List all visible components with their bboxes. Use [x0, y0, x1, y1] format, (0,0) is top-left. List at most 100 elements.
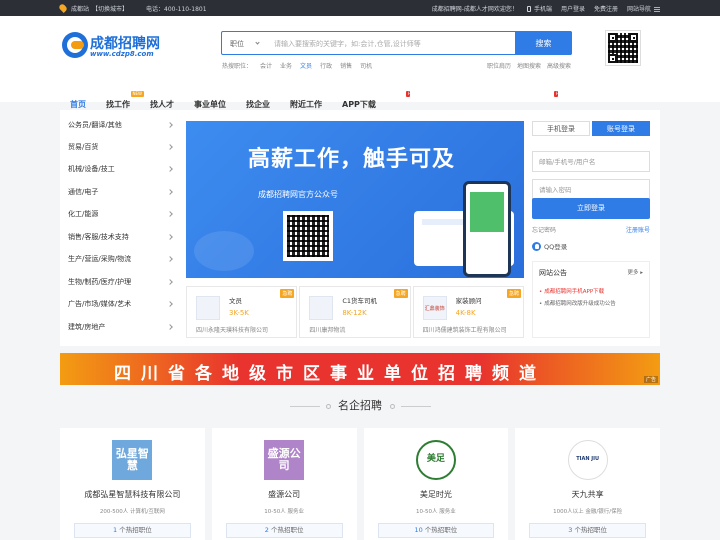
job-title: 家装顾问 [455, 297, 482, 305]
qq-icon [532, 241, 541, 251]
qr-code-icon [605, 30, 641, 66]
category-item[interactable]: 化工/能源 [68, 203, 173, 225]
chevron-right-icon [167, 324, 173, 330]
company-meta: 10-50人 服务业 [416, 509, 456, 515]
location-icon [58, 3, 68, 13]
phone-icon [526, 6, 531, 12]
company-name: 成都弘星智慧科技有限公司 [84, 490, 181, 499]
hero-banner[interactable]: 高薪工作，触手可及 成都招聘网官方公众号 [186, 121, 524, 278]
company-logo: 弘星智慧 [112, 440, 153, 480]
urgent-badge: 急聘 [506, 289, 521, 298]
search-category-select[interactable]: 职位 [230, 39, 244, 49]
job-title: C1货车司机 [342, 297, 378, 305]
password-input[interactable] [532, 179, 650, 200]
hot-jobs-button[interactable]: 2 个热招职位 [225, 523, 343, 538]
company-cards: 弘星智慧 成都弘星智慧科技有限公司 200-500人 计算机/互联网 1 个热招… [60, 428, 660, 540]
category-item[interactable]: 贸易/百货 [68, 136, 173, 158]
company-card[interactable]: 美足 美足时光 10-50人 服务业 10 个热招职位 [363, 428, 509, 540]
top-bar: 成都站 【切换城市】 电话：400-110-1801 成都招聘网-成都人才网欢迎… [0, 0, 720, 16]
company-card[interactable]: TIAN JIU 天九共享 1000人以上 金融/银行/保险 3 个热招职位 [515, 428, 660, 540]
category-item[interactable]: 公务员/翻译/其他 [68, 114, 173, 136]
chevron-right-icon [167, 122, 173, 128]
site-nav-link[interactable]: 网站导航 [627, 4, 660, 13]
tab-mobile-login[interactable]: 手机登录 [532, 121, 590, 136]
chevron-right-icon [167, 144, 173, 150]
forgot-password-link[interactable]: 忘记密码 [532, 225, 556, 234]
job-title: 文员 [229, 297, 242, 305]
hot-search-item[interactable]: 文员 [300, 61, 312, 70]
notice-item[interactable]: 成都招聘网手机APP下载 [539, 287, 604, 295]
hot-search-item[interactable]: 行政 [320, 61, 332, 70]
job-resume-link[interactable]: 职位肩历 [487, 61, 511, 70]
ad-banner[interactable]: 四川省各地级市区事业单位招聘频道 广告 [60, 353, 660, 385]
ad-text: 四川省各地级市区事业单位招聘频道 [114, 364, 546, 384]
category-item[interactable]: 通信/电子 [68, 181, 173, 203]
tab-account-login[interactable]: 账号登录 [592, 121, 650, 136]
banner-subtitle: 成都招聘网官方公众号 [258, 190, 338, 199]
search-input[interactable] [274, 36, 514, 51]
category-item[interactable]: 生物/制药/医疗/护理 [68, 271, 173, 293]
free-register-link[interactable]: 免费注册 [594, 4, 618, 13]
login-button[interactable]: 立即登录 [532, 198, 650, 219]
hot-search-item[interactable]: 司机 [360, 61, 372, 70]
company-thumb-icon: 汇鼎装饰 [422, 296, 447, 320]
phone-number: 电话：400-110-1801 [146, 5, 207, 13]
featured-job-card[interactable]: 汇鼎装饰 家装顾问 4K-8K 四川鸿儒建筑装饰工程有限公司 急聘 [412, 286, 524, 338]
switch-city-link[interactable]: 【切换城市】 [92, 4, 128, 13]
category-item[interactable]: 机械/设备/技工 [68, 158, 173, 180]
company-logo: TIAN JIU [567, 440, 608, 480]
logo-mark-icon [62, 32, 88, 58]
hot-badge: HOT [554, 91, 565, 97]
login-box: 手机登录 账号登录 立即登录 忘记密码 注册账号 QQ登录 [532, 121, 650, 261]
advanced-search-link[interactable]: 高级搜索 [547, 61, 571, 70]
site-notice: 网站公告 更多 ▸ 成都招聘网手机APP下载 成都招聘网改版升级成功公告 [532, 261, 650, 338]
company-logo: 美足 [415, 440, 456, 480]
job-company: 四川永隆天璞科技有限公司 [196, 327, 269, 334]
header: 成都招聘网 www.cdzp8.com 职位 搜索 热搜职位： 会计 业务 文员… [0, 16, 720, 118]
hot-search-item[interactable]: 业务 [280, 61, 292, 70]
category-menu: 公务员/翻译/其他 贸易/百货 机械/设备/技工 通信/电子 化工/能源 销售/… [60, 110, 178, 346]
hot-searches: 热搜职位： 会计 业务 文员 行政 销售 司机 [222, 61, 372, 70]
job-salary: 3K-5K [229, 309, 249, 317]
chevron-right-icon [167, 189, 173, 195]
hot-jobs-button[interactable]: 3 个热招职位 [529, 523, 646, 538]
company-name: 盛源公司 [268, 490, 301, 499]
notice-more-link[interactable]: 更多 ▸ [627, 268, 643, 276]
hot-search-label: 热搜职位： [222, 63, 253, 70]
phone-illustration-icon [463, 181, 511, 277]
search-button[interactable]: 搜索 [515, 31, 572, 55]
mobile-link[interactable]: 手机端 [526, 4, 552, 13]
user-login-link[interactable]: 用户登录 [561, 4, 585, 13]
company-thumb-icon [196, 296, 220, 320]
hot-search-item[interactable]: 会计 [260, 61, 272, 70]
notice-title: 网站公告 [539, 269, 567, 277]
urgent-badge: 急聘 [393, 289, 408, 298]
qq-login-link[interactable]: QQ登录 [532, 241, 567, 251]
urgent-badge: 急聘 [280, 289, 295, 298]
company-card[interactable]: 盛源公司 盛源公司 10-50人 服务业 2 个热招职位 [211, 428, 357, 540]
chevron-right-icon [167, 234, 173, 240]
hot-jobs-button[interactable]: 1 个热招职位 [74, 523, 191, 538]
category-item[interactable]: 生产/营运/采购/物流 [68, 248, 173, 270]
ad-tag: 广告 [643, 376, 658, 383]
map-search-link[interactable]: 地图搜索 [517, 61, 541, 70]
featured-job-card[interactable]: C1货车司机 8K-12K 四川康邦物流 急聘 [299, 286, 411, 338]
featured-job-card[interactable]: 文员 3K-5K 四川永隆天璞科技有限公司 急聘 [186, 286, 298, 338]
chevron-right-icon [167, 256, 173, 262]
hot-jobs-button[interactable]: 10 个热招职位 [377, 523, 495, 538]
job-company: 四川鸿儒建筑装饰工程有限公司 [422, 327, 507, 334]
category-item[interactable]: 广告/市场/媒体/艺术 [68, 293, 173, 315]
username-input[interactable] [532, 151, 650, 172]
company-logo: 盛源公司 [264, 440, 305, 480]
category-item[interactable]: 建筑/房地产 [68, 316, 173, 338]
main-panel: 公务员/翻译/其他 贸易/百货 机械/设备/技工 通信/电子 化工/能源 销售/… [60, 110, 660, 346]
company-card[interactable]: 弘星智慧 成都弘星智慧科技有限公司 200-500人 计算机/互联网 1 个热招… [60, 428, 205, 540]
hot-search-item[interactable]: 销售 [340, 61, 352, 70]
register-link[interactable]: 注册账号 [626, 225, 650, 234]
hot-badge: HOT [406, 91, 417, 97]
notice-item[interactable]: 成都招聘网改版升级成功公告 [539, 299, 616, 307]
category-item[interactable]: 销售/客服/技术支持 [68, 226, 173, 248]
current-city: 成都站 [71, 5, 90, 13]
chevron-right-icon [167, 279, 173, 285]
site-logo[interactable]: 成都招聘网 www.cdzp8.com [62, 32, 182, 62]
